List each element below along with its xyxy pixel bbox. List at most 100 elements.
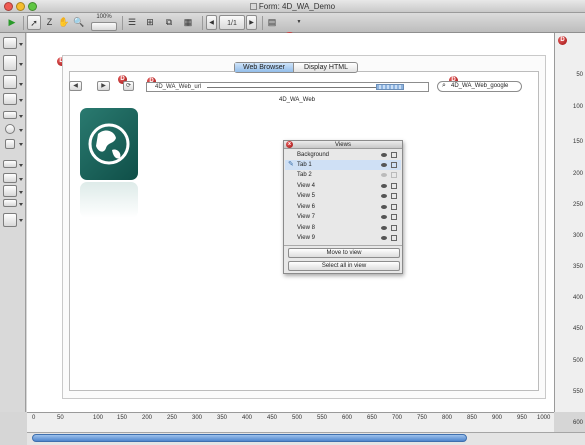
lock-icon[interactable] — [391, 152, 397, 158]
visibility-eye-icon[interactable] — [381, 205, 387, 209]
next-page-button[interactable]: ▶ — [246, 15, 257, 30]
vertical-ruler-label: 550 — [572, 389, 583, 395]
views-palette-icon[interactable]: ▤ — [265, 15, 279, 30]
web-area-tool-icon[interactable] — [3, 213, 17, 227]
tab-display-html[interactable]: Display HTML — [295, 63, 357, 72]
visibility-eye-icon[interactable] — [381, 184, 387, 188]
vertical-ruler-label: 250 — [572, 202, 583, 208]
form-editor-toolbar: ▶ ➚ Z ✋ 🔍 100% ☰ ⊞ ⧉ ▦ ◀ 1/1 ▶ ▤ D ▼ — [0, 13, 585, 43]
tab-control[interactable]: Web Browser Display HTML — [234, 62, 358, 73]
vertical-ruler-label: 450 — [572, 326, 583, 332]
title-bar: Form: 4D_WA_Demo — [0, 0, 585, 13]
horizontal-ruler-label: 450 — [267, 415, 278, 421]
window-title: Form: 4D_WA_Demo — [0, 2, 585, 11]
visibility-eye-icon[interactable] — [381, 163, 387, 167]
previous-page-button[interactable]: ◀ — [206, 15, 217, 30]
visibility-eye-icon[interactable] — [381, 194, 387, 198]
visibility-eye-icon[interactable] — [381, 236, 387, 240]
views-close-icon[interactable]: x — [286, 141, 293, 148]
horizontal-ruler-label: 600 — [342, 415, 353, 421]
hand-tool-icon[interactable]: ✋ — [58, 15, 70, 30]
horizontal-ruler: 0 50 100 150 200 250 300 350 400 450 500… — [27, 412, 554, 432]
page-indicator: 1/1 — [219, 15, 245, 30]
combo-box-tool-icon[interactable] — [3, 93, 17, 105]
horizontal-ruler-label: 50 — [57, 415, 64, 421]
view-row-view-4[interactable]: View 4 — [285, 181, 401, 191]
group-objects-icon[interactable]: ▦ — [181, 15, 195, 30]
url-field-name: 4D_WA_Web_url — [155, 84, 202, 90]
globe-icon — [88, 123, 130, 165]
distribute-objects-icon[interactable]: ⊞ — [143, 15, 157, 30]
view-row-view-5[interactable]: View 5 — [285, 191, 401, 201]
level-objects-icon[interactable]: ⧉ — [162, 15, 176, 30]
back-button[interactable]: ◀ — [69, 81, 82, 91]
button-tool-icon[interactable] — [3, 111, 17, 119]
views-palette[interactable]: x Views Background ✎ Tab 1 Tab 2 View 4 V… — [283, 140, 403, 274]
lock-icon[interactable] — [391, 183, 397, 189]
chevron-down-icon[interactable]: ▼ — [296, 15, 302, 30]
views-divider — [284, 245, 402, 246]
rectangle-tool-icon[interactable] — [3, 185, 17, 197]
vertical-ruler-label: 600 — [572, 420, 583, 426]
search-field[interactable]: ⌕ 4D_WA_Web_google — [437, 81, 522, 92]
field-tool-icon[interactable] — [3, 37, 17, 49]
horizontal-ruler-label: 200 — [142, 415, 153, 421]
vertical-ruler-label: 150 — [572, 139, 583, 145]
lock-icon[interactable] — [391, 162, 397, 168]
horizontal-ruler-label: 900 — [492, 415, 503, 421]
view-row-view-7[interactable]: View 7 — [285, 212, 401, 222]
lock-icon[interactable] — [391, 204, 397, 210]
view-row-view-6[interactable]: View 6 — [285, 202, 401, 212]
views-palette-title: x Views — [284, 141, 402, 149]
view-row-tab-2[interactable]: Tab 2 — [285, 170, 401, 180]
globe-logo-reflection — [80, 182, 138, 218]
select-all-in-view-button[interactable]: Select all in view — [288, 261, 400, 271]
search-field-name: 4D_WA_Web_google — [451, 83, 509, 89]
view-row-view-8[interactable]: View 8 — [285, 223, 401, 233]
vertical-ruler-label: 100 — [572, 104, 583, 110]
form-document-icon — [249, 3, 257, 10]
horizontal-ruler-label: 800 — [442, 415, 453, 421]
lock-icon[interactable] — [391, 225, 397, 231]
object-palette — [0, 33, 26, 412]
align-objects-icon[interactable]: ☰ — [125, 15, 139, 30]
visibility-eye-icon[interactable] — [381, 226, 387, 230]
progress-tool-icon[interactable] — [3, 160, 17, 168]
view-row-view-9[interactable]: View 9 — [285, 233, 401, 243]
arrow-tool-icon[interactable]: ➚ — [27, 15, 41, 30]
zoom-slider[interactable] — [91, 22, 117, 31]
horizontal-scroll-thumb[interactable] — [32, 434, 467, 442]
lock-icon[interactable] — [391, 214, 397, 220]
visibility-eye-icon[interactable] — [381, 153, 387, 157]
horizontal-ruler-label: 950 — [517, 415, 528, 421]
move-to-view-button[interactable]: Move to view — [288, 248, 400, 258]
horizontal-ruler-label: 1000 — [537, 415, 551, 421]
vertical-ruler-label: 400 — [572, 295, 583, 301]
zoom-tool-icon[interactable]: 🔍 — [73, 15, 85, 30]
visibility-eye-icon[interactable] — [381, 215, 387, 219]
radio-button-tool-icon[interactable] — [5, 124, 15, 134]
run-form-icon[interactable]: ▶ — [5, 15, 19, 30]
reload-button[interactable]: ⟳ — [123, 81, 134, 91]
horizontal-ruler-label: 700 — [392, 415, 403, 421]
vertical-ruler-label: 500 — [572, 358, 583, 364]
visibility-eye-icon[interactable] — [381, 173, 387, 177]
horizontal-ruler-label: 850 — [467, 415, 478, 421]
line-tool-icon[interactable] — [3, 173, 17, 183]
lock-icon[interactable] — [391, 172, 397, 178]
view-row-background[interactable]: Background — [285, 150, 401, 160]
globe-logo — [80, 108, 138, 180]
tab-web-browser[interactable]: Web Browser — [235, 63, 294, 72]
vertical-ruler-label: 300 — [572, 233, 583, 239]
ruler-corner-badge-icon: D — [558, 36, 567, 45]
lock-icon[interactable] — [391, 235, 397, 241]
checkbox-tool-icon[interactable] — [5, 139, 15, 149]
splitter-tool-icon[interactable] — [3, 199, 17, 207]
forward-button[interactable]: ▶ — [97, 81, 110, 91]
text-tool-icon[interactable] — [3, 55, 17, 71]
list-tool-icon[interactable] — [3, 75, 17, 89]
entry-order-icon[interactable]: Z — [43, 15, 56, 30]
view-row-tab-1[interactable]: ✎ Tab 1 — [285, 160, 401, 170]
form-canvas[interactable]: D Web Browser Display HTML ◀ ▶ D ⟳ D 4D_… — [27, 33, 554, 412]
lock-icon[interactable] — [391, 193, 397, 199]
